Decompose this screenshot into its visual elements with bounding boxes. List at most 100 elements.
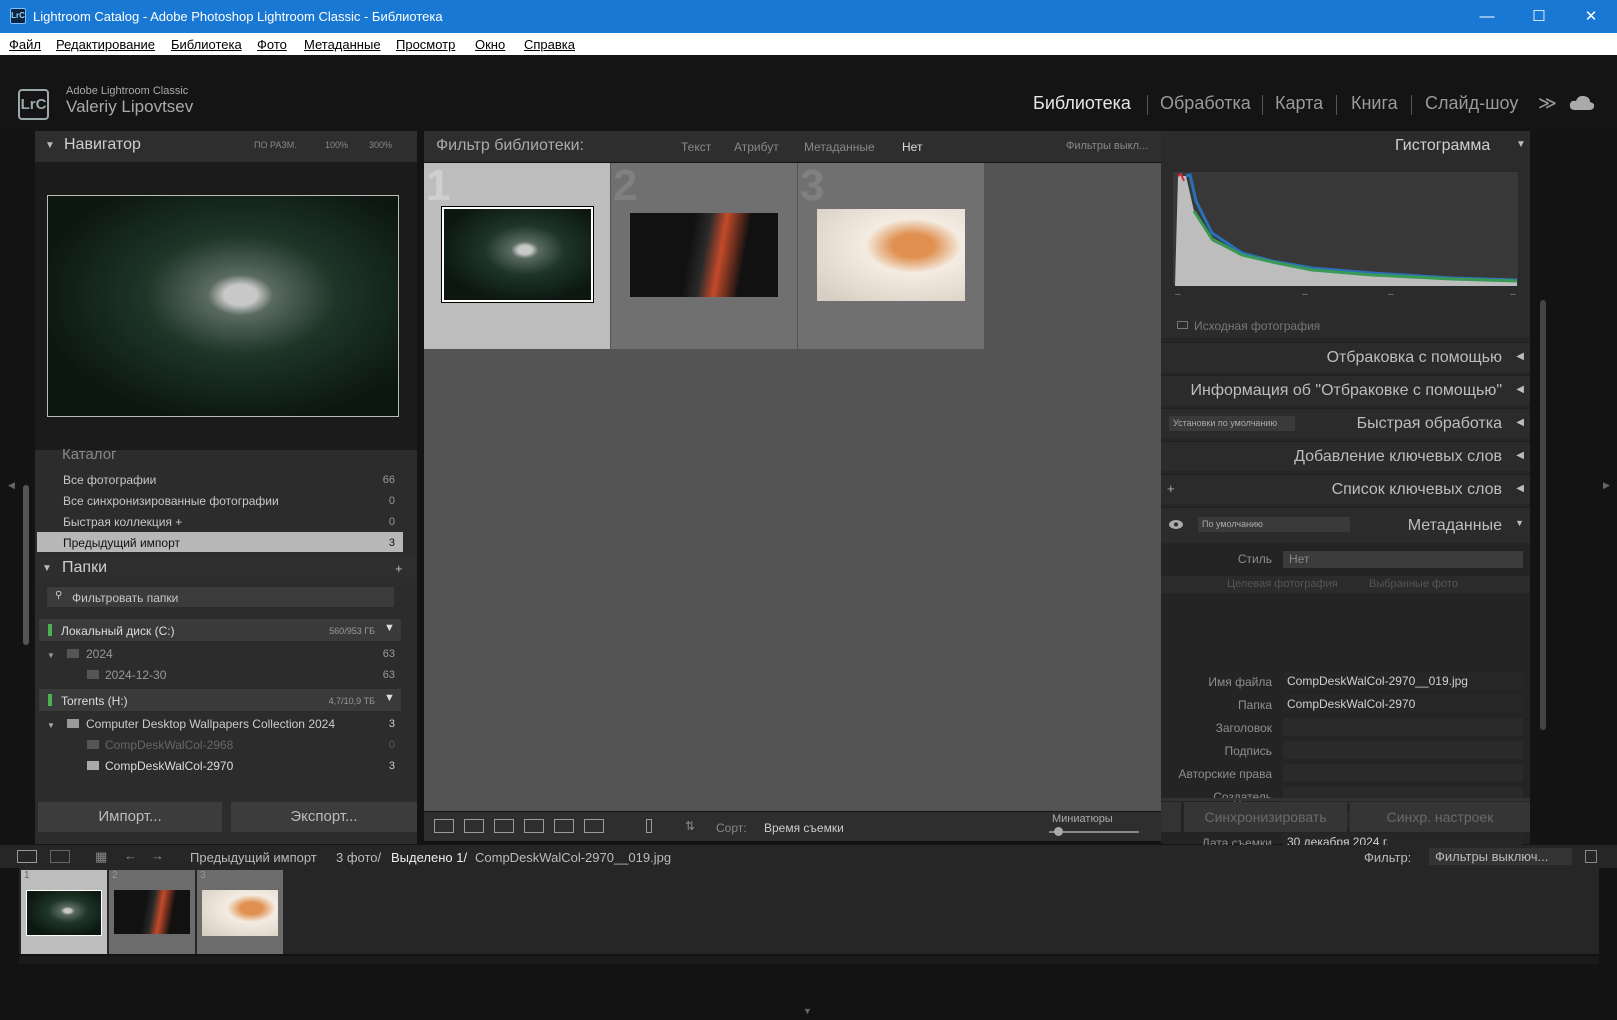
filmstrip-filter-select[interactable]: Фильтры выключ... <box>1429 848 1572 865</box>
filmstrip-item-3[interactable]: 3 <box>197 870 283 954</box>
menu-metadata[interactable]: Метаданные <box>304 37 381 52</box>
thumbnail-pistol[interactable] <box>630 213 778 297</box>
module-library[interactable]: Библиотека <box>1033 93 1131 114</box>
folder-compdeskwalcol-2968[interactable]: CompDeskWalCol-2968 <box>105 738 233 752</box>
sync-toggle[interactable] <box>1161 802 1181 832</box>
menu-library[interactable]: Библиотека <box>171 37 242 52</box>
menu-file[interactable]: Файл <box>9 37 41 52</box>
maximize-button[interactable]: ☐ <box>1513 0 1565 33</box>
panel-keyword-list[interactable]: + Список ключевых слов ◀ <box>1161 474 1530 504</box>
grid-view-icon[interactable] <box>434 819 454 833</box>
zoom-fit-option[interactable]: ПО РАЗМ. <box>254 140 297 150</box>
filmstrip-item-1[interactable]: 1 <box>21 870 107 954</box>
folder-expand-icon[interactable]: ▼ <box>47 721 55 730</box>
volume-menu-icon[interactable]: ▼ <box>384 692 395 704</box>
add-folder-button[interactable]: + <box>395 561 403 576</box>
painter-icon[interactable] <box>646 819 652 833</box>
sync-metadata-button[interactable]: Синхронизировать <box>1184 802 1347 832</box>
forward-icon[interactable]: → <box>151 848 164 863</box>
thumbnail-size-slider[interactable] <box>1049 827 1139 836</box>
thumbnail-cat[interactable] <box>817 209 965 301</box>
survey-view-icon[interactable] <box>524 819 544 833</box>
quick-develop-preset[interactable]: Установки по умолчанию <box>1169 416 1295 431</box>
catalog-item-synced[interactable]: Все синхронизированные фотографии <box>63 494 279 508</box>
bottom-panel-toggle-icon[interactable]: ▼ <box>803 1006 812 1016</box>
more-modules-icon[interactable]: ≫ <box>1538 93 1557 114</box>
grid-cell-2[interactable]: 2 <box>611 161 797 349</box>
sort-direction-icon[interactable]: ⇅ <box>685 819 695 833</box>
people-view-icon[interactable] <box>554 819 574 833</box>
close-button[interactable]: ✕ <box>1565 0 1617 33</box>
sync-settings-button[interactable]: Синхр. настроек <box>1350 802 1530 832</box>
folders-collapse-icon[interactable]: ▼ <box>42 563 52 574</box>
metadata-field-4[interactable] <box>1283 764 1523 782</box>
folder-compdeskwalcol-2970[interactable]: CompDeskWalCol-2970 <box>105 759 233 773</box>
sort-select[interactable]: Время съемки <box>764 821 844 835</box>
panel-metadata[interactable]: По умолчанию Метаданные ▼ <box>1161 507 1530 543</box>
folder-wallpapers-2024[interactable]: Computer Desktop Wallpapers Collection 2… <box>86 717 335 731</box>
filmstrip-source[interactable]: Предыдущий импорт <box>190 850 317 865</box>
panel-assisted-culling[interactable]: Отбраковка с помощью ◀ <box>1161 342 1530 372</box>
loupe-view-icon[interactable] <box>464 819 484 833</box>
metadata-field-0[interactable]: CompDeskWalCol-2970__019.jpg <box>1283 672 1523 690</box>
filter-tab-text[interactable]: Текст <box>681 140 711 154</box>
filmstrip-file[interactable]: CompDeskWalCol-2970__019.jpg <box>475 850 671 865</box>
main-window-icon[interactable] <box>17 850 37 863</box>
folder-2024[interactable]: 2024 <box>86 647 113 661</box>
navigator-collapse-icon[interactable]: ▼ <box>45 140 55 151</box>
left-panel-scrollbar[interactable] <box>23 485 29 645</box>
compare-view-icon[interactable] <box>494 819 514 833</box>
metadata-field-3[interactable] <box>1283 741 1523 759</box>
folder-expand-icon[interactable]: ▼ <box>47 651 55 660</box>
zoom-100-option[interactable]: 100% <box>325 140 348 150</box>
menu-view[interactable]: Просмотр <box>396 37 455 52</box>
menu-help[interactable]: Справка <box>524 37 575 52</box>
original-photo-checkbox[interactable] <box>1177 321 1188 329</box>
module-slideshow[interactable]: Слайд-шоу <box>1425 93 1518 114</box>
cloud-icon[interactable] <box>1569 94 1595 111</box>
thumbnail-dog[interactable] <box>441 206 594 303</box>
navigator-preview[interactable] <box>47 195 399 417</box>
grid-cell-3[interactable]: 3 <box>798 161 984 349</box>
catalog-item-quick-collection[interactable]: Быстрая коллекция + <box>63 515 182 529</box>
slideshow-icon[interactable] <box>584 819 604 833</box>
right-panel-toggle-icon[interactable]: ▶ <box>1603 480 1610 491</box>
filter-tab-attribute[interactable]: Атрибут <box>734 140 779 154</box>
panel-assisted-culling-info[interactable]: Информация об "Отбраковке с помощью" ◀ <box>1161 375 1530 405</box>
panel-quick-develop[interactable]: Установки по умолчанию Быстрая обработка… <box>1161 408 1530 438</box>
filter-lock-icon[interactable] <box>1585 850 1597 863</box>
second-window-icon[interactable] <box>50 850 70 863</box>
menu-window[interactable]: Окно <box>475 37 505 52</box>
filmstrip-item-2[interactable]: 2 <box>109 870 195 954</box>
eye-icon[interactable] <box>1169 520 1183 529</box>
metadata-style-select[interactable]: Нет <box>1283 551 1523 568</box>
catalog-item-previous-import[interactable]: Предыдущий импорт <box>63 536 180 550</box>
folder-2024-12-30[interactable]: 2024-12-30 <box>105 668 166 682</box>
filter-tab-metadata[interactable]: Метаданные <box>804 140 875 154</box>
volume-menu-icon[interactable]: ▼ <box>384 622 395 634</box>
grid-icon[interactable]: ▦ <box>95 849 107 865</box>
menu-edit[interactable]: Редактирование <box>56 37 155 52</box>
export-button[interactable]: Экспорт... <box>231 802 417 832</box>
left-panel-toggle-icon[interactable]: ◀ <box>8 480 15 491</box>
target-photo-toggle[interactable]: Целевая фотография <box>1227 578 1338 590</box>
grid-cell-1[interactable]: 1 <box>424 161 610 349</box>
module-book[interactable]: Книга <box>1351 93 1398 114</box>
panel-keywording[interactable]: Добавление ключевых слов ◀ <box>1161 441 1530 471</box>
right-panel-scrollbar[interactable] <box>1540 300 1546 730</box>
histogram-chart[interactable] <box>1172 171 1519 286</box>
metadata-preset-select[interactable]: По умолчанию <box>1198 517 1350 532</box>
filter-tab-none[interactable]: Нет <box>902 140 922 154</box>
menu-photo[interactable]: Фото <box>257 37 287 52</box>
selected-photos-toggle[interactable]: Выбранные фото <box>1369 578 1458 590</box>
module-map[interactable]: Карта <box>1275 93 1323 114</box>
module-develop[interactable]: Обработка <box>1160 93 1251 114</box>
catalog-item-all-photos[interactable]: Все фотографии <box>63 473 156 487</box>
metadata-field-1[interactable]: CompDeskWalCol-2970 <box>1283 695 1523 713</box>
import-button[interactable]: Импорт... <box>38 802 222 832</box>
slider-knob[interactable] <box>1054 827 1063 836</box>
filter-preset-select[interactable]: Фильтры выкл... <box>1066 140 1148 152</box>
histogram-collapse-icon[interactable]: ▼ <box>1516 139 1526 150</box>
metadata-field-2[interactable] <box>1283 718 1523 736</box>
minimize-button[interactable]: — <box>1461 0 1513 33</box>
